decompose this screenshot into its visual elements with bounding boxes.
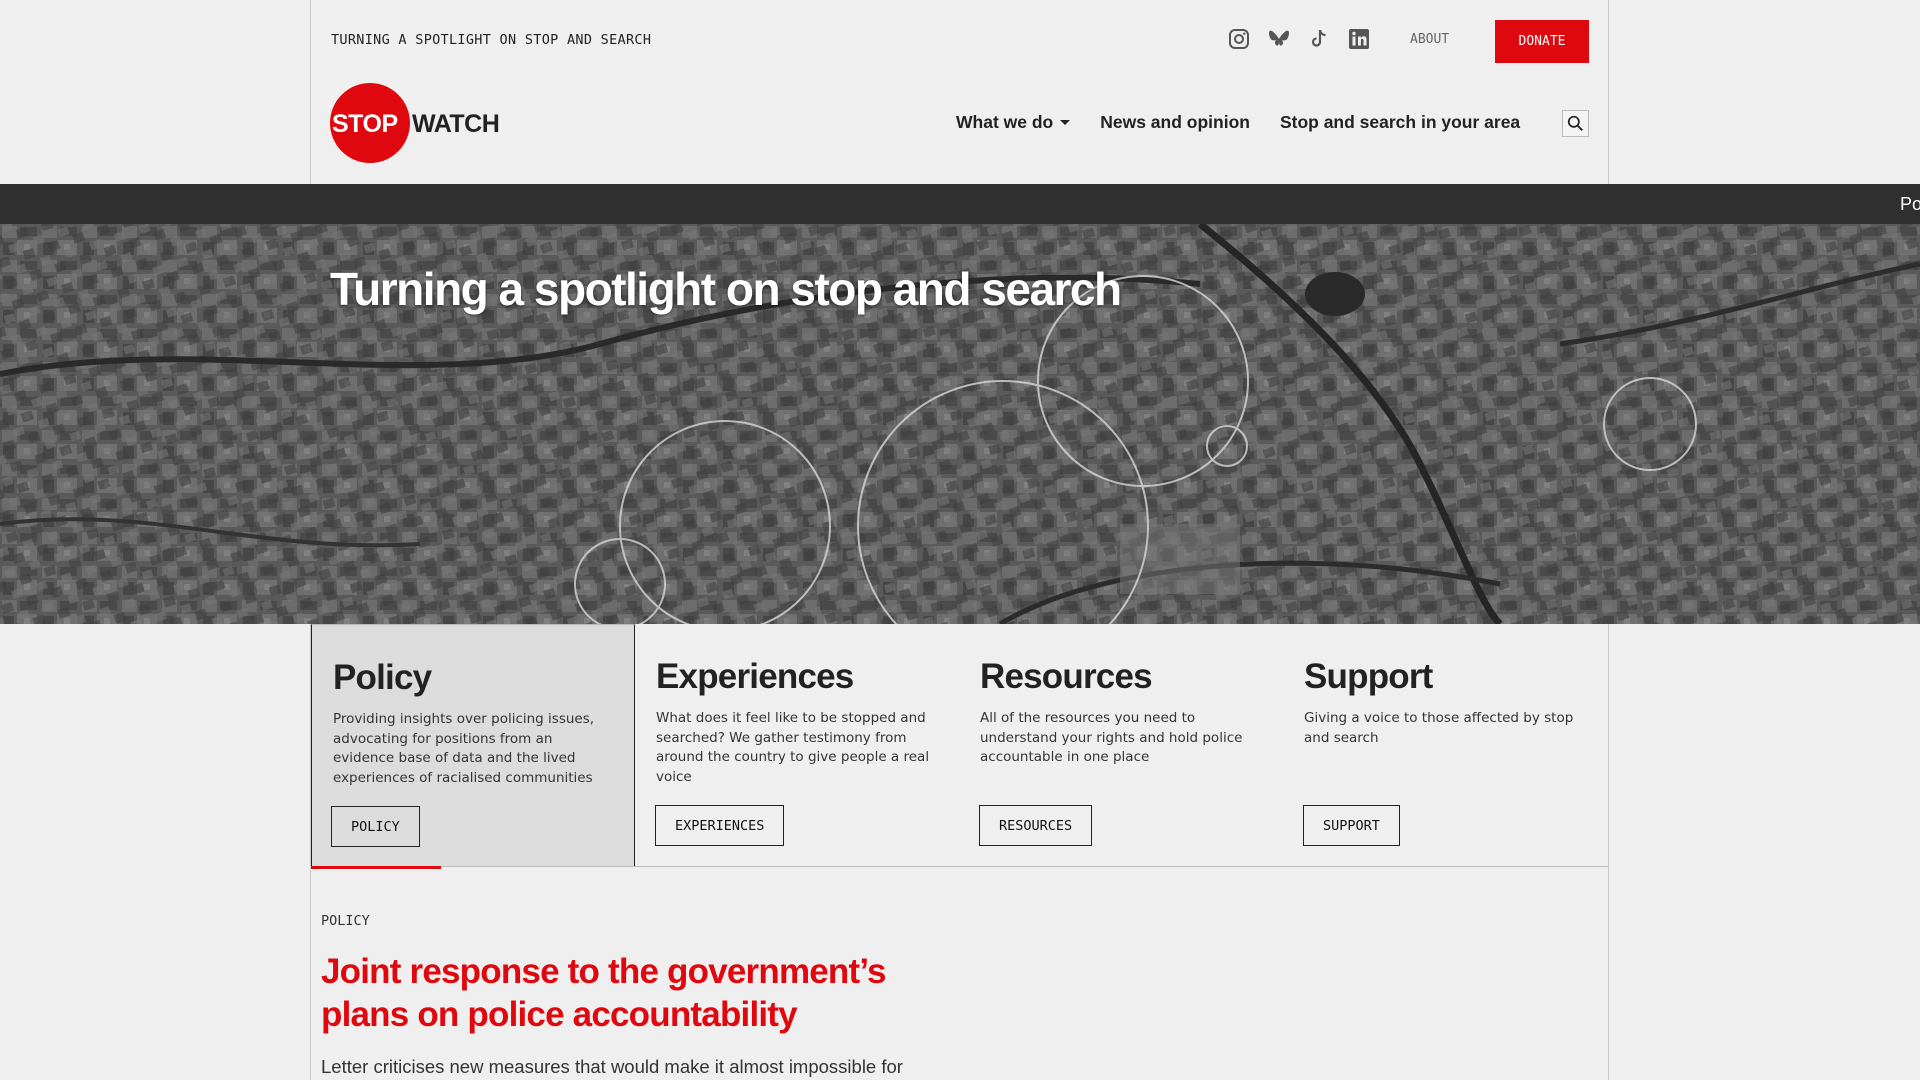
article-category[interactable]: POLICY — [321, 913, 370, 929]
card-description: Providing insights over policing issues,… — [333, 711, 595, 786]
card-description: Giving a voice to those affected by stop… — [1304, 710, 1574, 746]
section-cards: Policy Providing insights over policing … — [311, 624, 1608, 867]
frame-line — [1608, 624, 1609, 1080]
card-title: Resources — [980, 657, 1153, 696]
hero-banner: Turning a spotlight on stop and search — [0, 224, 1920, 624]
stopwatch-logo[interactable]: STOP WATCH — [330, 83, 510, 163]
support-button[interactable]: SUPPORT — [1303, 805, 1400, 846]
logo-text-watch: WATCH — [412, 110, 500, 138]
card-experiences[interactable]: Experiences What does it feel like to be… — [635, 624, 959, 866]
article-headline[interactable]: Joint response to the government’s plans… — [321, 950, 941, 1036]
main-nav: What we do News and opinion Stop and sea… — [956, 112, 1520, 133]
search-icon — [1567, 115, 1583, 131]
active-card-indicator — [311, 866, 441, 869]
nav-item-what-we-do[interactable]: What we do — [956, 112, 1071, 133]
frame-line — [310, 0, 311, 184]
experiences-button[interactable]: EXPERIENCES — [655, 805, 785, 846]
frame-line — [1608, 0, 1609, 184]
donate-button[interactable]: DONATE — [1495, 20, 1589, 63]
article-summary: Letter criticises new measures that woul… — [321, 1056, 903, 1077]
ticker-text[interactable]: Po — [1900, 194, 1920, 215]
card-description: What does it feel like to be stopped and… — [656, 710, 930, 785]
nav-item-stop-and-search-in-your-area[interactable]: Stop and search in your area — [1280, 112, 1520, 133]
card-policy[interactable]: Policy Providing insights over policing … — [311, 624, 635, 866]
linkedin-icon[interactable] — [1347, 27, 1371, 51]
site-tagline: TURNING A SPOTLIGHT ON STOP AND SEARCH — [331, 32, 652, 48]
policy-button[interactable]: POLICY — [331, 806, 420, 847]
card-resources[interactable]: Resources All of the resources you need … — [959, 624, 1283, 866]
hero-title: Turning a spotlight on stop and search — [330, 263, 1122, 315]
nav-item-label: What we do — [956, 112, 1054, 132]
news-ticker: Po — [0, 184, 1920, 224]
nav-item-news-and-opinion[interactable]: News and opinion — [1100, 112, 1250, 133]
card-title: Experiences — [656, 657, 854, 696]
caret-down-icon — [1060, 120, 1071, 125]
card-description: All of the resources you need to underst… — [980, 710, 1243, 765]
tiktok-icon[interactable] — [1307, 27, 1331, 51]
bluesky-icon[interactable] — [1267, 27, 1291, 51]
search-button[interactable] — [1562, 110, 1589, 137]
card-title: Policy — [333, 658, 432, 697]
social-links — [1227, 27, 1371, 51]
card-title: Support — [1304, 657, 1433, 696]
instagram-icon[interactable] — [1227, 27, 1251, 51]
resources-button[interactable]: RESOURCES — [979, 805, 1093, 846]
about-link[interactable]: ABOUT — [1410, 32, 1449, 47]
card-support[interactable]: Support Giving a voice to those affected… — [1283, 624, 1607, 866]
logo-text-stop: STOP — [332, 110, 398, 138]
